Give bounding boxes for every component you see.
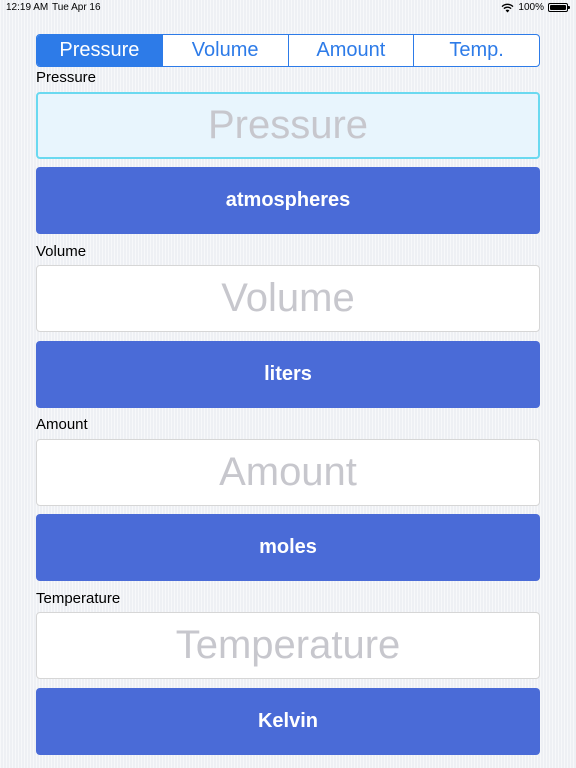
pressure-field[interactable] (36, 92, 540, 159)
status-indicators: 100% (501, 2, 570, 13)
battery-percent: 100% (518, 2, 544, 13)
amount-unit-button[interactable]: moles (36, 514, 540, 581)
battery-icon (548, 3, 570, 12)
status-bar: 12:19 AM Tue Apr 16 100% (0, 0, 576, 16)
segment-volume[interactable]: Volume (161, 35, 288, 66)
status-date: Tue Apr 16 (52, 2, 101, 13)
segment-temp[interactable]: Temp. (413, 35, 539, 66)
volume-unit-button[interactable]: liters (36, 341, 540, 408)
variable-segmented-control: Pressure Volume Amount Temp. (36, 34, 540, 67)
amount-field[interactable] (36, 439, 540, 506)
temperature-label: Temperature (36, 590, 121, 607)
amount-label: Amount (36, 416, 88, 433)
segment-amount[interactable]: Amount (287, 35, 414, 66)
temperature-unit-button[interactable]: Kelvin (36, 688, 540, 755)
pressure-unit-button[interactable]: atmospheres (36, 167, 540, 234)
segment-pressure[interactable]: Pressure (37, 35, 162, 66)
temperature-field[interactable] (36, 612, 540, 679)
pressure-label: Pressure (36, 69, 97, 86)
wifi-icon (501, 3, 514, 13)
status-time: 12:19 AM (6, 2, 49, 13)
volume-field[interactable] (36, 265, 540, 332)
volume-label: Volume (36, 243, 87, 260)
